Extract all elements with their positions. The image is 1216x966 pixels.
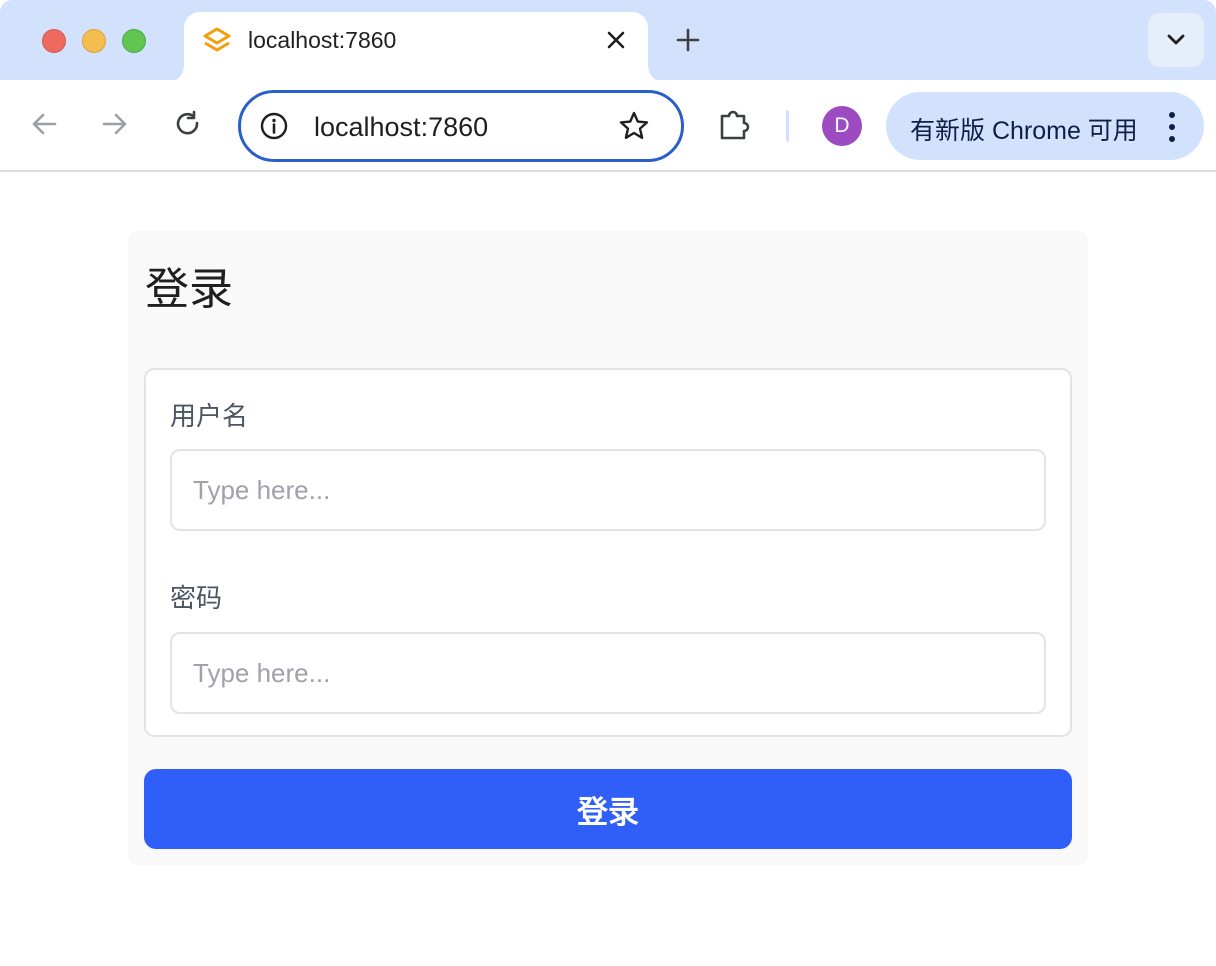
bookmark-star-icon[interactable] (618, 110, 650, 142)
tab-search-chevron-down-icon[interactable] (1148, 13, 1204, 67)
tab-title: localhost:7860 (248, 27, 397, 53)
more-vertical-icon[interactable] (1162, 110, 1182, 144)
back-arrow-icon[interactable] (24, 104, 64, 144)
close-tab-icon[interactable] (602, 26, 630, 54)
new-tab-icon[interactable] (672, 24, 704, 56)
tab-strip: localhost:7860 (0, 0, 1216, 82)
reload-icon[interactable] (168, 104, 208, 144)
browser-toolbar: localhost:7860 D 有新版 Chrome 可用 (0, 80, 1216, 172)
minimize-window-button[interactable] (82, 29, 106, 53)
page-title: 登录 (145, 265, 233, 314)
extensions-puzzle-icon[interactable] (714, 104, 754, 144)
username-label: 用户名 (170, 401, 249, 431)
password-input[interactable] (170, 632, 1046, 714)
address-bar-url: localhost:7860 (314, 112, 489, 142)
profile-avatar[interactable]: D (822, 106, 862, 146)
forward-arrow-icon[interactable] (95, 104, 135, 144)
maximize-window-button[interactable] (122, 29, 146, 53)
chrome-update-button[interactable]: 有新版 Chrome 可用 (886, 92, 1204, 160)
site-info-icon[interactable] (259, 111, 289, 141)
gradio-logo-icon (202, 26, 232, 54)
close-window-button[interactable] (42, 29, 66, 53)
login-button[interactable]: 登录 (144, 769, 1072, 849)
password-label: 密码 (170, 583, 223, 613)
login-form-fields: 用户名 密码 (144, 368, 1072, 737)
browser-tab[interactable]: localhost:7860 (184, 12, 648, 82)
chrome-update-label: 有新版 Chrome 可用 (910, 117, 1138, 145)
username-input[interactable] (170, 449, 1046, 531)
toolbar-divider (786, 110, 789, 142)
login-card: 登录 用户名 密码 登录 (128, 231, 1088, 865)
address-bar[interactable]: localhost:7860 (238, 90, 684, 162)
